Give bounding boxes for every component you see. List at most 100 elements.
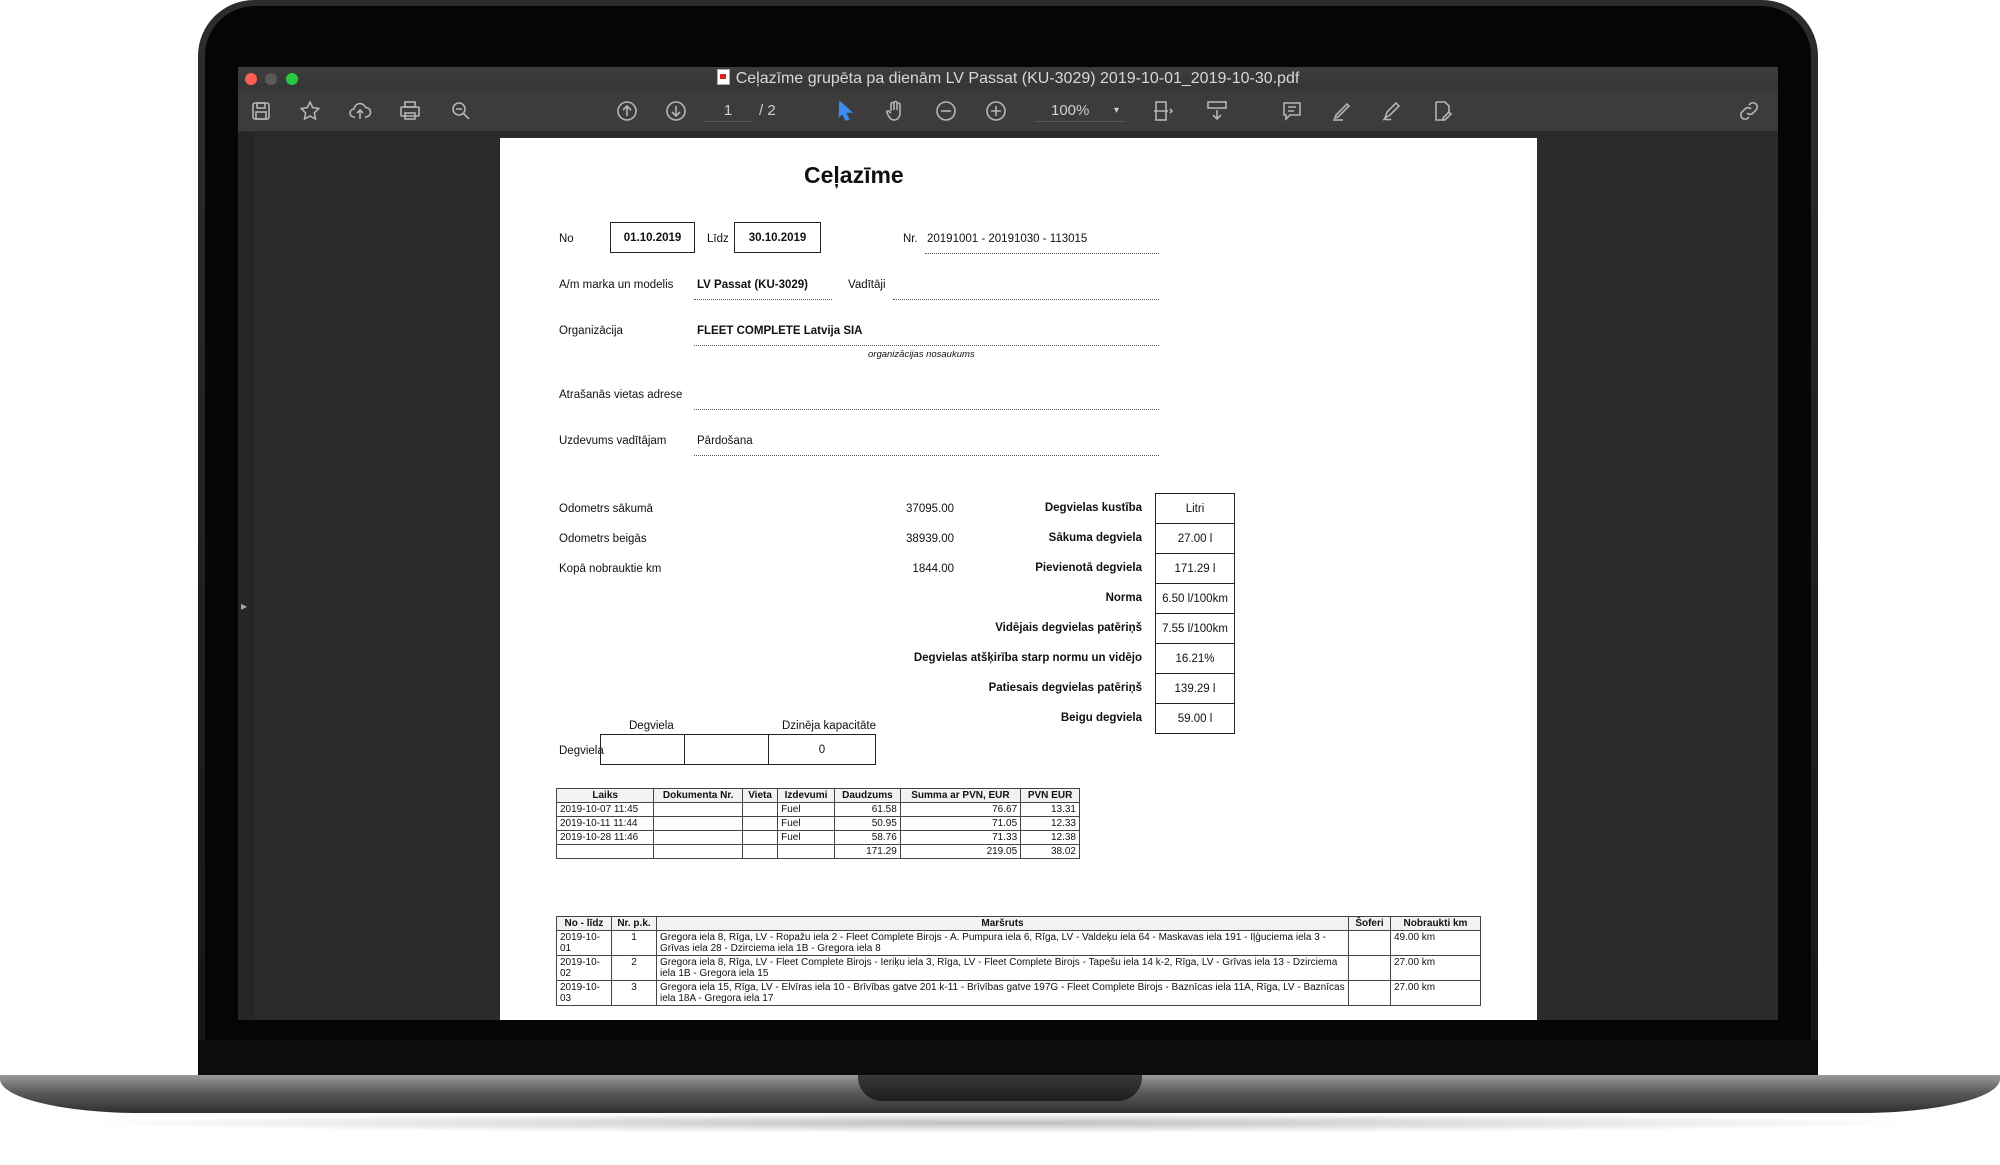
scroll-down-icon: [1207, 101, 1227, 121]
fuel-row-label: Norma: [1105, 592, 1142, 604]
minus-circle-icon: [936, 101, 956, 121]
page-total: / 2: [759, 102, 776, 119]
cursor-arrow-icon: [838, 100, 854, 122]
cell-expense: Fuel: [777, 802, 835, 817]
scroll-mode-button[interactable]: [1202, 97, 1232, 125]
zoom-value: 100%: [1051, 102, 1090, 119]
cell-drivers: [1348, 980, 1391, 1006]
cloud-upload-icon: [349, 102, 372, 119]
fuel-row-value: 16.21%: [1155, 643, 1235, 674]
nr-label: Nr.: [903, 233, 918, 245]
column-header: Laiks: [555, 788, 655, 803]
print-button[interactable]: [395, 97, 425, 125]
drivers-label: Vadītāji: [848, 279, 886, 291]
cell-quantity: 58.76: [834, 830, 901, 845]
column-header: Dokumenta Nr.: [653, 788, 743, 803]
no-label: No: [559, 233, 574, 245]
column-header: Daudzums: [834, 788, 901, 803]
sidebar-collapsed[interactable]: ▸: [238, 132, 254, 1020]
document-title: Ceļazīme: [804, 162, 904, 188]
cell-route: Gregora iela 8, Rīga, LV - Fleet Complet…: [656, 955, 1349, 981]
cell-date: 2019-10-01: [556, 930, 612, 956]
table-header-row: No - līdz Nr. p.k. Maršruts Šoferi Nobra…: [556, 916, 1481, 931]
zoom-in-button[interactable]: [981, 97, 1011, 125]
engine-capacity-value: 0: [768, 734, 876, 765]
sign-button[interactable]: [1427, 97, 1457, 125]
engine-capacity-header: Dzinēja kapacitāte: [782, 720, 876, 732]
fuel-row-label: Degvielas kustība: [1044, 502, 1142, 514]
cell-km: 27.00 km: [1390, 980, 1481, 1006]
drivers-line: [893, 299, 1159, 300]
fit-page-button[interactable]: [1143, 97, 1183, 125]
zoom-select[interactable]: 100% ▾: [1035, 101, 1125, 122]
previous-page-button[interactable]: [612, 97, 642, 125]
vehicle-model: LV Passat (KU-3029): [697, 279, 808, 291]
pdf-file-icon: [716, 69, 730, 85]
organization-line: [694, 345, 1159, 346]
column-header: No - līdz: [556, 916, 612, 931]
highlight-button[interactable]: [1327, 97, 1357, 125]
hand-tool-button[interactable]: [880, 97, 910, 125]
upload-button[interactable]: [345, 97, 375, 125]
title-bar: Ceļazīme grupēta pa dienām LV Passat (KU…: [238, 67, 1778, 91]
cell-route: Gregora iela 15, Rīga, LV - Elvīras iela…: [656, 980, 1349, 1006]
page-number-input[interactable]: 1: [705, 101, 751, 122]
cell-place: [741, 830, 779, 845]
table-row: 2019-10-02 2 Gregora iela 8, Rīga, LV - …: [556, 955, 1481, 981]
laptop-chin: [198, 1040, 1818, 1076]
fuel-row-label: Sākuma degviela: [1048, 532, 1142, 544]
bookmark-button[interactable]: [295, 97, 325, 125]
fuel-type-cell-2: [684, 734, 769, 765]
window-title: Ceļazīme grupēta pa dienām LV Passat (KU…: [735, 70, 1300, 87]
column-header: Nobraukti km: [1390, 916, 1481, 931]
cell-sum: 71.33: [899, 830, 1022, 845]
search-button[interactable]: [446, 97, 476, 125]
column-header: Izdevumi: [777, 788, 835, 803]
cell-doc-nr: [653, 830, 743, 845]
organization-name: FLEET COMPLETE Latvija SIA: [697, 325, 863, 337]
next-page-button[interactable]: [661, 97, 691, 125]
comment-button[interactable]: [1277, 97, 1307, 125]
table-row: 2019-10-28 11:46 Fuel 58.76 71.33 12.38: [555, 830, 1080, 845]
nr-line: [925, 253, 1159, 254]
cell-time: 2019-10-28 11:46: [555, 830, 655, 845]
chevron-down-icon: ▾: [1113, 105, 1119, 116]
cell-quantity-total: 171.29: [834, 844, 901, 859]
table-row: 2019-10-01 1 Gregora iela 8, Rīga, LV - …: [556, 930, 1481, 956]
cell-route: Gregora iela 8, Rīga, LV - Ropažu iela 2…: [656, 930, 1349, 956]
select-tool-button[interactable]: [830, 97, 860, 125]
fit-page-icon: [1154, 101, 1174, 121]
table-row: 2019-10-11 11:44 Fuel 50.95 71.05 12.33: [555, 816, 1080, 831]
fuel-type-header: Degviela: [629, 720, 674, 732]
cell-doc-nr: [653, 802, 743, 817]
cell-quantity: 50.95: [834, 816, 901, 831]
zoom-out-button[interactable]: [931, 97, 961, 125]
close-window-button[interactable]: [245, 73, 257, 85]
pdf-page: Ceļazīme No 01.10.2019 Līdz 30.10.2019 N…: [500, 138, 1537, 1020]
comment-icon: [1283, 102, 1301, 121]
cell-expense: [777, 844, 835, 859]
screen: Ceļazīme grupēta pa dienām LV Passat (KU…: [238, 67, 1778, 1020]
zoom-window-button[interactable]: [286, 73, 298, 85]
edit-document-icon: [1435, 101, 1453, 121]
task-label: Uzdevums vadītājam: [559, 435, 667, 447]
cell-time: [555, 844, 655, 859]
toolbar: 1 / 2 100% ▾: [238, 91, 1778, 132]
fuel-row-value: 27.00 l: [1155, 523, 1235, 554]
fuel-row-value: 7.55 l/100km: [1155, 613, 1235, 644]
task-line: [694, 455, 1159, 456]
minimize-window-button[interactable]: [265, 73, 277, 85]
table-header-row: Laiks Dokumenta Nr. Vieta Izdevumi Daudz…: [555, 788, 1080, 803]
arrow-up-circle-icon: [617, 101, 637, 121]
fuel-row-label: Pievienotā degviela: [1035, 562, 1142, 574]
column-header: Maršruts: [656, 916, 1349, 931]
task-value: Pārdošana: [697, 435, 753, 447]
cell-time: 2019-10-11 11:44: [555, 816, 655, 831]
share-link-button[interactable]: [1734, 97, 1764, 125]
cell-date: 2019-10-03: [556, 980, 612, 1006]
expand-sidebar-icon[interactable]: ▸: [241, 599, 247, 613]
save-button[interactable]: [246, 97, 276, 125]
draw-button[interactable]: [1377, 97, 1407, 125]
model-line: [694, 299, 832, 300]
cell-time: 2019-10-07 11:45: [555, 802, 655, 817]
